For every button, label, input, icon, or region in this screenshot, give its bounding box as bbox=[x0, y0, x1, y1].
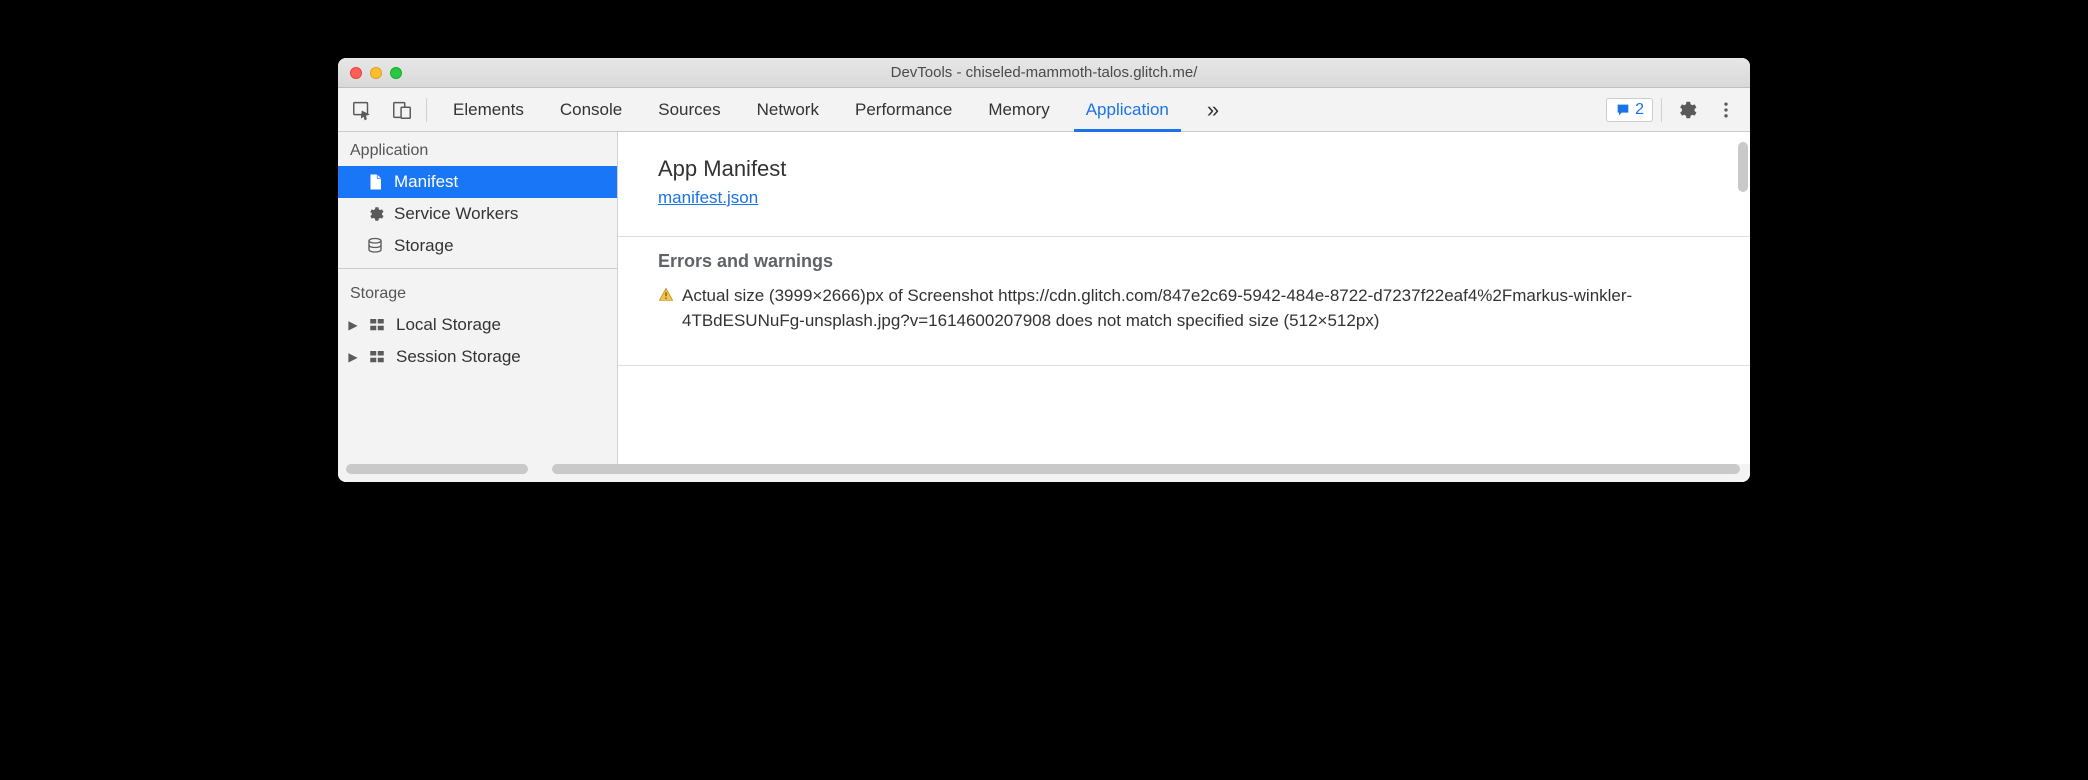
devtools-toolbar: Elements Console Sources Network Perform… bbox=[338, 88, 1750, 132]
settings-button[interactable] bbox=[1670, 94, 1702, 126]
sidebar-item-storage[interactable]: Storage bbox=[338, 230, 617, 262]
window-controls bbox=[338, 67, 402, 79]
tab-application[interactable]: Application bbox=[1068, 88, 1187, 131]
sidebar-section-application: Application bbox=[338, 132, 617, 166]
window-bottom-bar bbox=[338, 464, 1750, 482]
tab-performance[interactable]: Performance bbox=[837, 88, 970, 131]
sidebar-item-label: Storage bbox=[394, 236, 454, 256]
tab-elements[interactable]: Elements bbox=[435, 88, 542, 131]
sidebar-item-label: Service Workers bbox=[394, 204, 518, 224]
window-minimize-button[interactable] bbox=[370, 67, 382, 79]
window-title: DevTools - chiseled-mammoth-talos.glitch… bbox=[338, 64, 1750, 81]
tabs-overflow-button[interactable]: » bbox=[1195, 97, 1231, 123]
gear-icon bbox=[1675, 99, 1697, 121]
grid-icon bbox=[368, 348, 386, 366]
toolbar-divider bbox=[1661, 98, 1662, 122]
sidebar-item-label: Manifest bbox=[394, 172, 458, 192]
application-sidebar: Application Manifest Service Workers bbox=[338, 132, 618, 464]
chevron-right-icon: ▶ bbox=[348, 350, 358, 364]
device-icon bbox=[391, 99, 413, 121]
devtools-tabs: Elements Console Sources Network Perform… bbox=[435, 88, 1187, 131]
inspect-element-button[interactable] bbox=[346, 94, 378, 126]
panel-header: App Manifest manifest.json bbox=[618, 144, 1750, 226]
database-icon bbox=[366, 237, 384, 255]
message-icon bbox=[1615, 102, 1631, 118]
panel-title: App Manifest bbox=[658, 156, 1710, 182]
document-icon bbox=[366, 173, 384, 191]
warning-text: Actual size (3999×2666)px of Screenshot … bbox=[682, 284, 1710, 333]
grid-icon bbox=[368, 316, 386, 334]
manifest-panel: App Manifest manifest.json Errors and wa… bbox=[618, 132, 1750, 464]
sidebar-item-label: Session Storage bbox=[396, 347, 521, 367]
window-close-button[interactable] bbox=[350, 67, 362, 79]
vertical-scrollbar[interactable] bbox=[1738, 142, 1748, 192]
device-toolbar-button[interactable] bbox=[386, 94, 418, 126]
tab-sources[interactable]: Sources bbox=[640, 88, 738, 131]
sidebar-item-session-storage[interactable]: ▶ Session Storage bbox=[338, 341, 617, 373]
warning-row: Actual size (3999×2666)px of Screenshot … bbox=[658, 284, 1710, 333]
console-messages-badge[interactable]: 2 bbox=[1606, 98, 1653, 122]
kebab-icon bbox=[1716, 100, 1736, 120]
manifest-link[interactable]: manifest.json bbox=[658, 188, 758, 208]
section-divider bbox=[618, 365, 1750, 366]
sidebar-item-service-workers[interactable]: Service Workers bbox=[338, 198, 617, 230]
sidebar-item-manifest[interactable]: Manifest bbox=[338, 166, 617, 198]
window-maximize-button[interactable] bbox=[390, 67, 402, 79]
sidebar-divider bbox=[338, 268, 617, 269]
warning-icon bbox=[658, 286, 674, 311]
sidebar-item-local-storage[interactable]: ▶ Local Storage bbox=[338, 309, 617, 341]
sidebar-item-label: Local Storage bbox=[396, 315, 501, 335]
tab-console[interactable]: Console bbox=[542, 88, 640, 131]
more-menu-button[interactable] bbox=[1710, 94, 1742, 126]
chevron-right-icon: ▶ bbox=[348, 318, 358, 332]
sidebar-section-storage: Storage bbox=[338, 275, 617, 309]
errors-heading: Errors and warnings bbox=[658, 251, 1710, 272]
tab-memory[interactable]: Memory bbox=[970, 88, 1067, 131]
sidebar-horizontal-scrollbar[interactable] bbox=[346, 464, 528, 474]
devtools-window: DevTools - chiseled-mammoth-talos.glitch… bbox=[338, 58, 1750, 482]
message-count: 2 bbox=[1635, 101, 1644, 119]
tab-network[interactable]: Network bbox=[739, 88, 837, 131]
content-area: Application Manifest Service Workers bbox=[338, 132, 1750, 464]
gear-icon bbox=[366, 205, 384, 223]
inspect-icon bbox=[351, 99, 373, 121]
main-horizontal-scrollbar[interactable] bbox=[552, 464, 1740, 474]
errors-section: Errors and warnings Actual size (3999×26… bbox=[618, 237, 1750, 347]
toolbar-divider bbox=[426, 98, 427, 122]
window-titlebar: DevTools - chiseled-mammoth-talos.glitch… bbox=[338, 58, 1750, 88]
